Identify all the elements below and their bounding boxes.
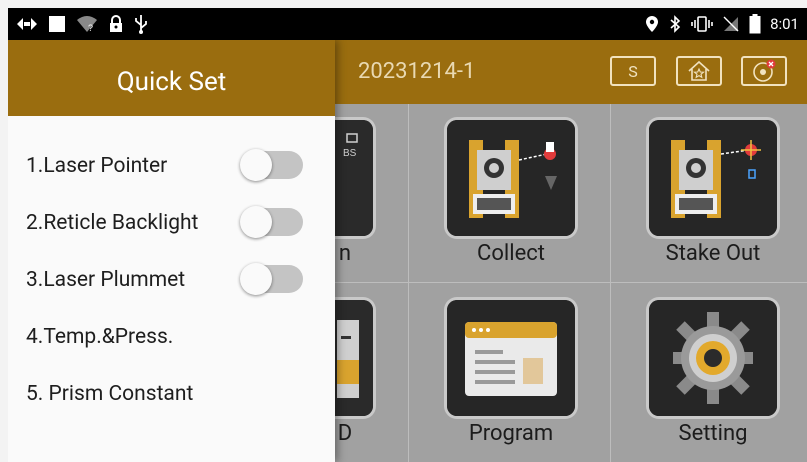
s-button-label: S bbox=[628, 61, 638, 81]
quick-set-drawer: Quick Set 1.Laser Pointer 2.Reticle Back… bbox=[8, 40, 335, 462]
stake-out-icon bbox=[649, 120, 777, 236]
square-icon bbox=[48, 15, 66, 33]
laser-pointer-toggle[interactable] bbox=[240, 149, 303, 181]
menu-tile-collect[interactable] bbox=[447, 120, 575, 236]
program-icon bbox=[447, 300, 575, 416]
status-bar: ? 8:01 bbox=[8, 8, 807, 40]
laser-pointer-item[interactable]: 1.Laser Pointer bbox=[26, 154, 167, 178]
grid-divider bbox=[408, 104, 409, 462]
status-right-icons: 8:01 bbox=[645, 14, 799, 34]
svg-text:BS: BS bbox=[343, 148, 357, 159]
home-star-icon bbox=[687, 60, 711, 82]
toggle-knob bbox=[240, 263, 272, 295]
setting-gear-icon bbox=[649, 300, 777, 416]
menu-tile-program[interactable] bbox=[447, 300, 575, 416]
reticle-backlight-item[interactable]: 2.Reticle Backlight bbox=[26, 211, 198, 235]
reticle-backlight-label: 2.Reticle Backlight bbox=[26, 211, 199, 235]
bluetooth-icon bbox=[668, 15, 682, 33]
collect-icon bbox=[447, 120, 575, 236]
laser-plummet-toggle[interactable] bbox=[240, 263, 303, 295]
lock-icon bbox=[108, 15, 124, 33]
status-time: 8:01 bbox=[770, 15, 799, 33]
home-button[interactable] bbox=[676, 56, 722, 86]
usb-icon bbox=[134, 14, 148, 34]
vibrate-icon bbox=[691, 15, 713, 33]
laser-plummet-item[interactable]: 3.Laser Plummet bbox=[26, 268, 185, 292]
wifi-question-icon: ? bbox=[76, 15, 98, 33]
status-left-icons: ? bbox=[16, 14, 148, 34]
project-name: 20231214-1 bbox=[358, 59, 476, 84]
drawer-title: Quick Set bbox=[116, 67, 227, 97]
menu-tile-setting[interactable] bbox=[649, 300, 777, 416]
laser-pointer-label: 1.Laser Pointer bbox=[26, 154, 168, 178]
menu-label: Program bbox=[468, 421, 554, 446]
target-cancel-icon bbox=[751, 59, 777, 83]
menu-label: Stake Out bbox=[665, 241, 761, 266]
svg-text:?: ? bbox=[88, 23, 93, 33]
temp-press-label: 4.Temp.&Press. bbox=[26, 325, 174, 349]
diamond-arrows-icon bbox=[16, 16, 38, 32]
prism-constant-item[interactable]: 5. Prism Constant bbox=[26, 382, 193, 406]
prism-constant-label: 5. Prism Constant bbox=[26, 382, 194, 406]
menu-tile-stake-out[interactable] bbox=[649, 120, 777, 236]
toggle-knob bbox=[240, 149, 272, 181]
menu-label: Collect bbox=[477, 241, 545, 266]
menu-label: Setting bbox=[678, 421, 748, 446]
s-button[interactable]: S bbox=[610, 56, 656, 86]
drawer-header: Quick Set bbox=[8, 40, 335, 116]
location-icon bbox=[645, 15, 659, 33]
no-sim-icon bbox=[722, 15, 740, 33]
target-button[interactable] bbox=[741, 56, 787, 86]
grid-divider bbox=[610, 104, 611, 462]
temp-press-item[interactable]: 4.Temp.&Press. bbox=[26, 325, 173, 349]
battery-icon bbox=[749, 14, 761, 34]
laser-plummet-label: 3.Laser Plummet bbox=[26, 268, 186, 292]
device-screen: ? 8:01 20231214-1 S BS n Collect Stake O… bbox=[8, 8, 807, 462]
toggle-knob bbox=[240, 206, 272, 238]
reticle-backlight-toggle[interactable] bbox=[240, 206, 303, 238]
